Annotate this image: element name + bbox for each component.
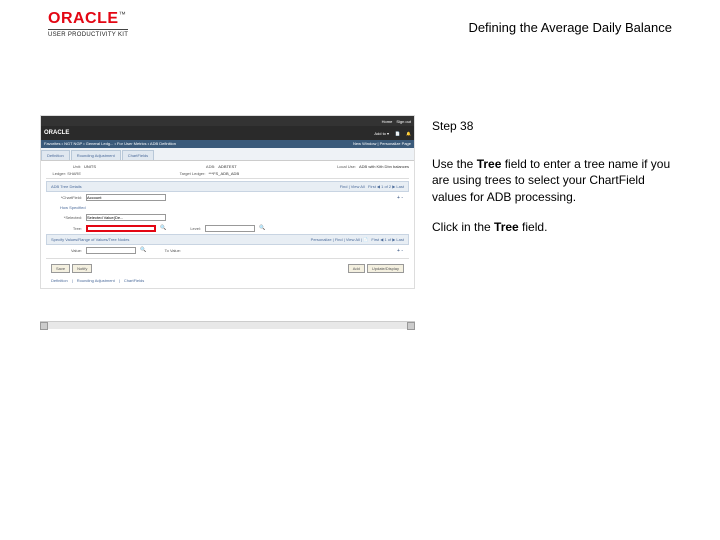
oracle-logo-block: ORACLE™ USER PRODUCTIVITY KIT: [48, 10, 128, 38]
signout-link[interactable]: Sign out: [396, 119, 411, 124]
home-link[interactable]: Home: [382, 119, 393, 124]
selected-label: *Selected:: [52, 215, 82, 220]
section-specify-values: Specify Values/Range of Values/Tree Node…: [46, 234, 409, 245]
notify-button[interactable]: Notify: [72, 264, 92, 273]
nav-first-last[interactable]: First ◀ 1 of 2 ▶ Last: [368, 184, 404, 189]
target-ledger-label: Target Ledger:: [170, 171, 205, 176]
breadcrumb-links[interactable]: New Window | Personalize Page: [353, 141, 411, 147]
chartfield-label: *ChartField:: [52, 195, 82, 200]
action-icon[interactable]: 🔔: [406, 131, 411, 136]
how-specified-link[interactable]: How Specified: [60, 205, 86, 210]
lookup-icon[interactable]: 🔍: [160, 225, 167, 232]
tab-chartfields[interactable]: ChartFields: [122, 150, 154, 160]
level-field[interactable]: [205, 225, 255, 232]
breadcrumb: Favorites • NGT NGP • General Ledg... • …: [41, 140, 414, 148]
bottom-links: Definition | Rounding Adjustment | Chart…: [46, 276, 409, 285]
page-header: ORACLE™ USER PRODUCTIVITY KIT Defining t…: [0, 0, 720, 48]
localuse-label: Local Use:: [321, 164, 356, 169]
tovalue-label: To Value:: [151, 248, 181, 253]
ledger-label: Ledger: SHARE: [46, 171, 81, 176]
oracle-bar: ORACLE Add to ▾ 📄 🔔: [41, 126, 414, 140]
level-label: Level:: [171, 226, 201, 231]
instruction-2: Click in the Tree field.: [432, 219, 682, 235]
scroll-left-icon[interactable]: [40, 322, 48, 330]
link-chartfields[interactable]: ChartFields: [124, 278, 144, 283]
trademark: ™: [119, 12, 126, 19]
nav-values[interactable]: First ◀ 1 of ▶ Last: [371, 237, 404, 242]
tree-label: Tree:: [52, 226, 82, 231]
instruction-panel: Step 38 Use the Tree field to enter a tr…: [432, 118, 682, 249]
tab-definition[interactable]: Definition: [41, 150, 70, 160]
unit-label: Unit:: [46, 164, 81, 169]
oracle-logo: ORACLE: [48, 10, 119, 27]
upk-subtitle: USER PRODUCTIVITY KIT: [48, 29, 128, 38]
app-topbar: Home Sign out: [41, 116, 414, 126]
lookup-icon[interactable]: 🔍: [259, 225, 266, 232]
tab-rounding[interactable]: Rounding Adjustment: [71, 150, 121, 160]
adb-value: ADBTEST: [218, 164, 236, 169]
find-viewall-link[interactable]: Find | View All: [340, 184, 365, 189]
scroll-right-icon[interactable]: [407, 322, 415, 330]
screenshot-thumbnail: Home Sign out ORACLE Add to ▾ 📄 🔔 Favori…: [40, 115, 415, 329]
value-label: Value:: [52, 248, 82, 253]
value-field[interactable]: [86, 247, 136, 254]
add-button[interactable]: Add: [348, 264, 365, 273]
notif-icon[interactable]: 📄: [395, 131, 400, 136]
breadcrumb-path[interactable]: Favorites • NGT NGP • General Ledg... • …: [44, 141, 176, 147]
tab-strip: Definition Rounding Adjustment ChartFiel…: [41, 148, 414, 161]
localuse-value: ADB with Kith Dbn balances: [359, 164, 409, 169]
addto-dropdown[interactable]: Add to ▾: [374, 131, 389, 136]
link-definition[interactable]: Definition: [51, 278, 68, 283]
link-rounding[interactable]: Rounding Adjustment: [77, 278, 115, 283]
personalize-link[interactable]: Personalize | Find | View All | 📄: [311, 237, 368, 242]
save-button[interactable]: Save: [51, 264, 70, 273]
page-title: Defining the Average Daily Balance: [468, 20, 672, 35]
update-button[interactable]: Update/Display: [367, 264, 404, 273]
app-logo: ORACLE: [44, 130, 69, 136]
adb-label: ADB:: [180, 164, 215, 169]
step-number: Step 38: [432, 118, 682, 134]
lookup-icon[interactable]: 🔍: [140, 247, 147, 254]
unit-value: UNITS: [84, 164, 96, 169]
horizontal-scrollbar[interactable]: [40, 321, 415, 329]
section-adb-tree: ADB Tree Details Find | View All First ◀…: [46, 181, 409, 192]
target-ledger-value: ***FS_ADB_ADB: [208, 171, 239, 176]
instruction-1: Use the Tree field to enter a tree name …: [432, 156, 682, 205]
chartfield-select[interactable]: [86, 194, 166, 201]
selected-select[interactable]: [86, 214, 166, 221]
tree-field[interactable]: [86, 225, 156, 232]
